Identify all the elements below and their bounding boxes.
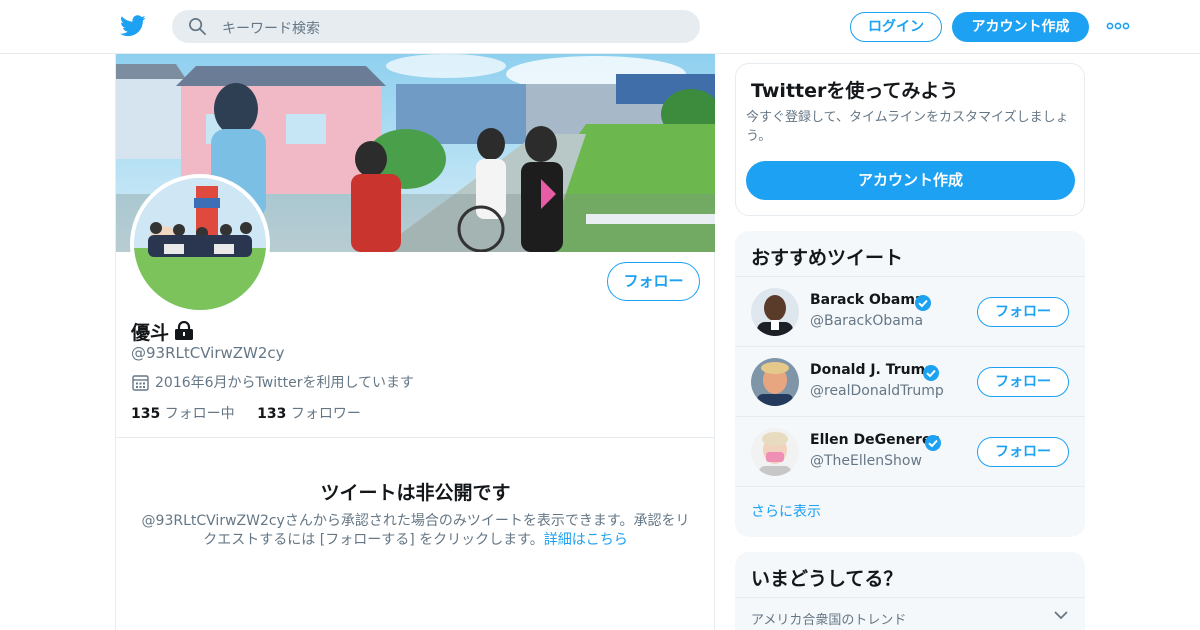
top-navigation-bar: キーワード検索 ログイン アカウント作成 bbox=[0, 0, 1200, 54]
search-placeholder: キーワード検索 bbox=[222, 21, 320, 37]
recommended-title: おすすめツイート bbox=[751, 247, 904, 269]
account-handle[interactable]: @realDonaldTrump bbox=[810, 383, 944, 399]
profile-handle[interactable]: @93RLtCVirwZW2cy bbox=[131, 344, 285, 362]
following-stat[interactable]: 135 フォロー中 bbox=[131, 406, 235, 422]
learn-more-link[interactable]: 詳細はこちら bbox=[544, 532, 628, 548]
profile-avatar[interactable] bbox=[130, 174, 270, 314]
divider bbox=[735, 486, 1085, 487]
account-name[interactable]: Donald J. Trump bbox=[810, 362, 935, 378]
recommended-account[interactable]: Ellen DeGeneres @TheEllenShow フォロー bbox=[735, 416, 1085, 486]
verified-badge-icon bbox=[915, 295, 931, 311]
followers-stat[interactable]: 133 フォロワー bbox=[257, 406, 361, 422]
trends-title: いまどうしてる？ bbox=[751, 568, 903, 590]
account-handle[interactable]: @TheEllenShow bbox=[810, 453, 922, 469]
verified-badge-icon bbox=[923, 365, 939, 381]
profile-column: フォロー 優斗 @93RLtCVirwZW2cy 2016年6月からTwitte… bbox=[115, 54, 715, 630]
protected-tweets-description: @93RLtCVirwZW2cyさんから承認された場合のみツイートを表示できます… bbox=[136, 512, 695, 550]
signup-card-description: 今すぐ登録して、タイムラインをカスタマイズしましょう。 bbox=[746, 110, 1069, 144]
follow-account-button[interactable]: フォロー bbox=[977, 367, 1069, 397]
verified-badge-icon bbox=[925, 435, 941, 451]
recommended-account[interactable]: Barack Obama @BarackObama フォロー bbox=[735, 276, 1085, 346]
account-handle[interactable]: @BarackObama bbox=[810, 313, 923, 329]
join-date: 2016年6月からTwitterを利用しています bbox=[155, 375, 415, 391]
account-name[interactable]: Barack Obama bbox=[810, 292, 924, 308]
follow-button[interactable]: フォロー bbox=[607, 262, 700, 301]
chevron-down-icon[interactable] bbox=[1053, 609, 1069, 621]
account-avatar[interactable] bbox=[751, 288, 799, 336]
calendar-icon bbox=[132, 375, 149, 391]
divider bbox=[735, 597, 1085, 598]
trends-region[interactable]: アメリカ合衆国のトレンド bbox=[751, 609, 906, 628]
following-label: フォロー中 bbox=[164, 406, 235, 422]
more-options-icon[interactable] bbox=[1106, 18, 1130, 34]
following-count: 135 bbox=[131, 406, 161, 422]
obama-avatar-image bbox=[751, 288, 799, 336]
avatar-image bbox=[134, 178, 266, 310]
follow-account-button[interactable]: フォロー bbox=[977, 437, 1069, 467]
profile-stats: 135 フォロー中 133 フォロワー bbox=[131, 403, 361, 423]
recommended-tweets-card: おすすめツイート Barack Obama @BarackObama フォロー bbox=[735, 231, 1085, 537]
login-button[interactable]: ログイン bbox=[850, 12, 942, 42]
recommended-account[interactable]: Donald J. Trump @realDonaldTrump フォロー bbox=[735, 346, 1085, 416]
followers-count: 133 bbox=[257, 406, 287, 422]
show-more-link[interactable]: さらに表示 bbox=[751, 501, 821, 521]
signup-card-button[interactable]: アカウント作成 bbox=[746, 161, 1075, 200]
lock-icon bbox=[175, 321, 193, 340]
account-name[interactable]: Ellen DeGeneres bbox=[810, 432, 940, 448]
ellen-avatar-image bbox=[751, 428, 799, 476]
follow-account-button[interactable]: フォロー bbox=[977, 297, 1069, 327]
followers-label: フォロワー bbox=[290, 406, 361, 422]
signup-card-title: Twitterを使ってみよう bbox=[751, 80, 959, 102]
search-input[interactable]: キーワード検索 bbox=[172, 10, 700, 43]
search-icon bbox=[189, 18, 206, 35]
profile-name: 優斗 bbox=[131, 322, 170, 344]
divider bbox=[116, 437, 715, 438]
signup-card: Twitterを使ってみよう 今すぐ登録して、タイムラインをカスタマイズしましょ… bbox=[735, 63, 1085, 216]
trump-avatar-image bbox=[751, 358, 799, 406]
signup-button[interactable]: アカウント作成 bbox=[952, 12, 1089, 42]
twitter-bird-icon[interactable] bbox=[120, 14, 146, 38]
protected-tweets-title: ツイートは非公開です bbox=[320, 482, 511, 504]
account-avatar[interactable] bbox=[751, 428, 799, 476]
trends-card: いまどうしてる？ アメリカ合衆国のトレンド bbox=[735, 552, 1085, 630]
account-avatar[interactable] bbox=[751, 358, 799, 406]
